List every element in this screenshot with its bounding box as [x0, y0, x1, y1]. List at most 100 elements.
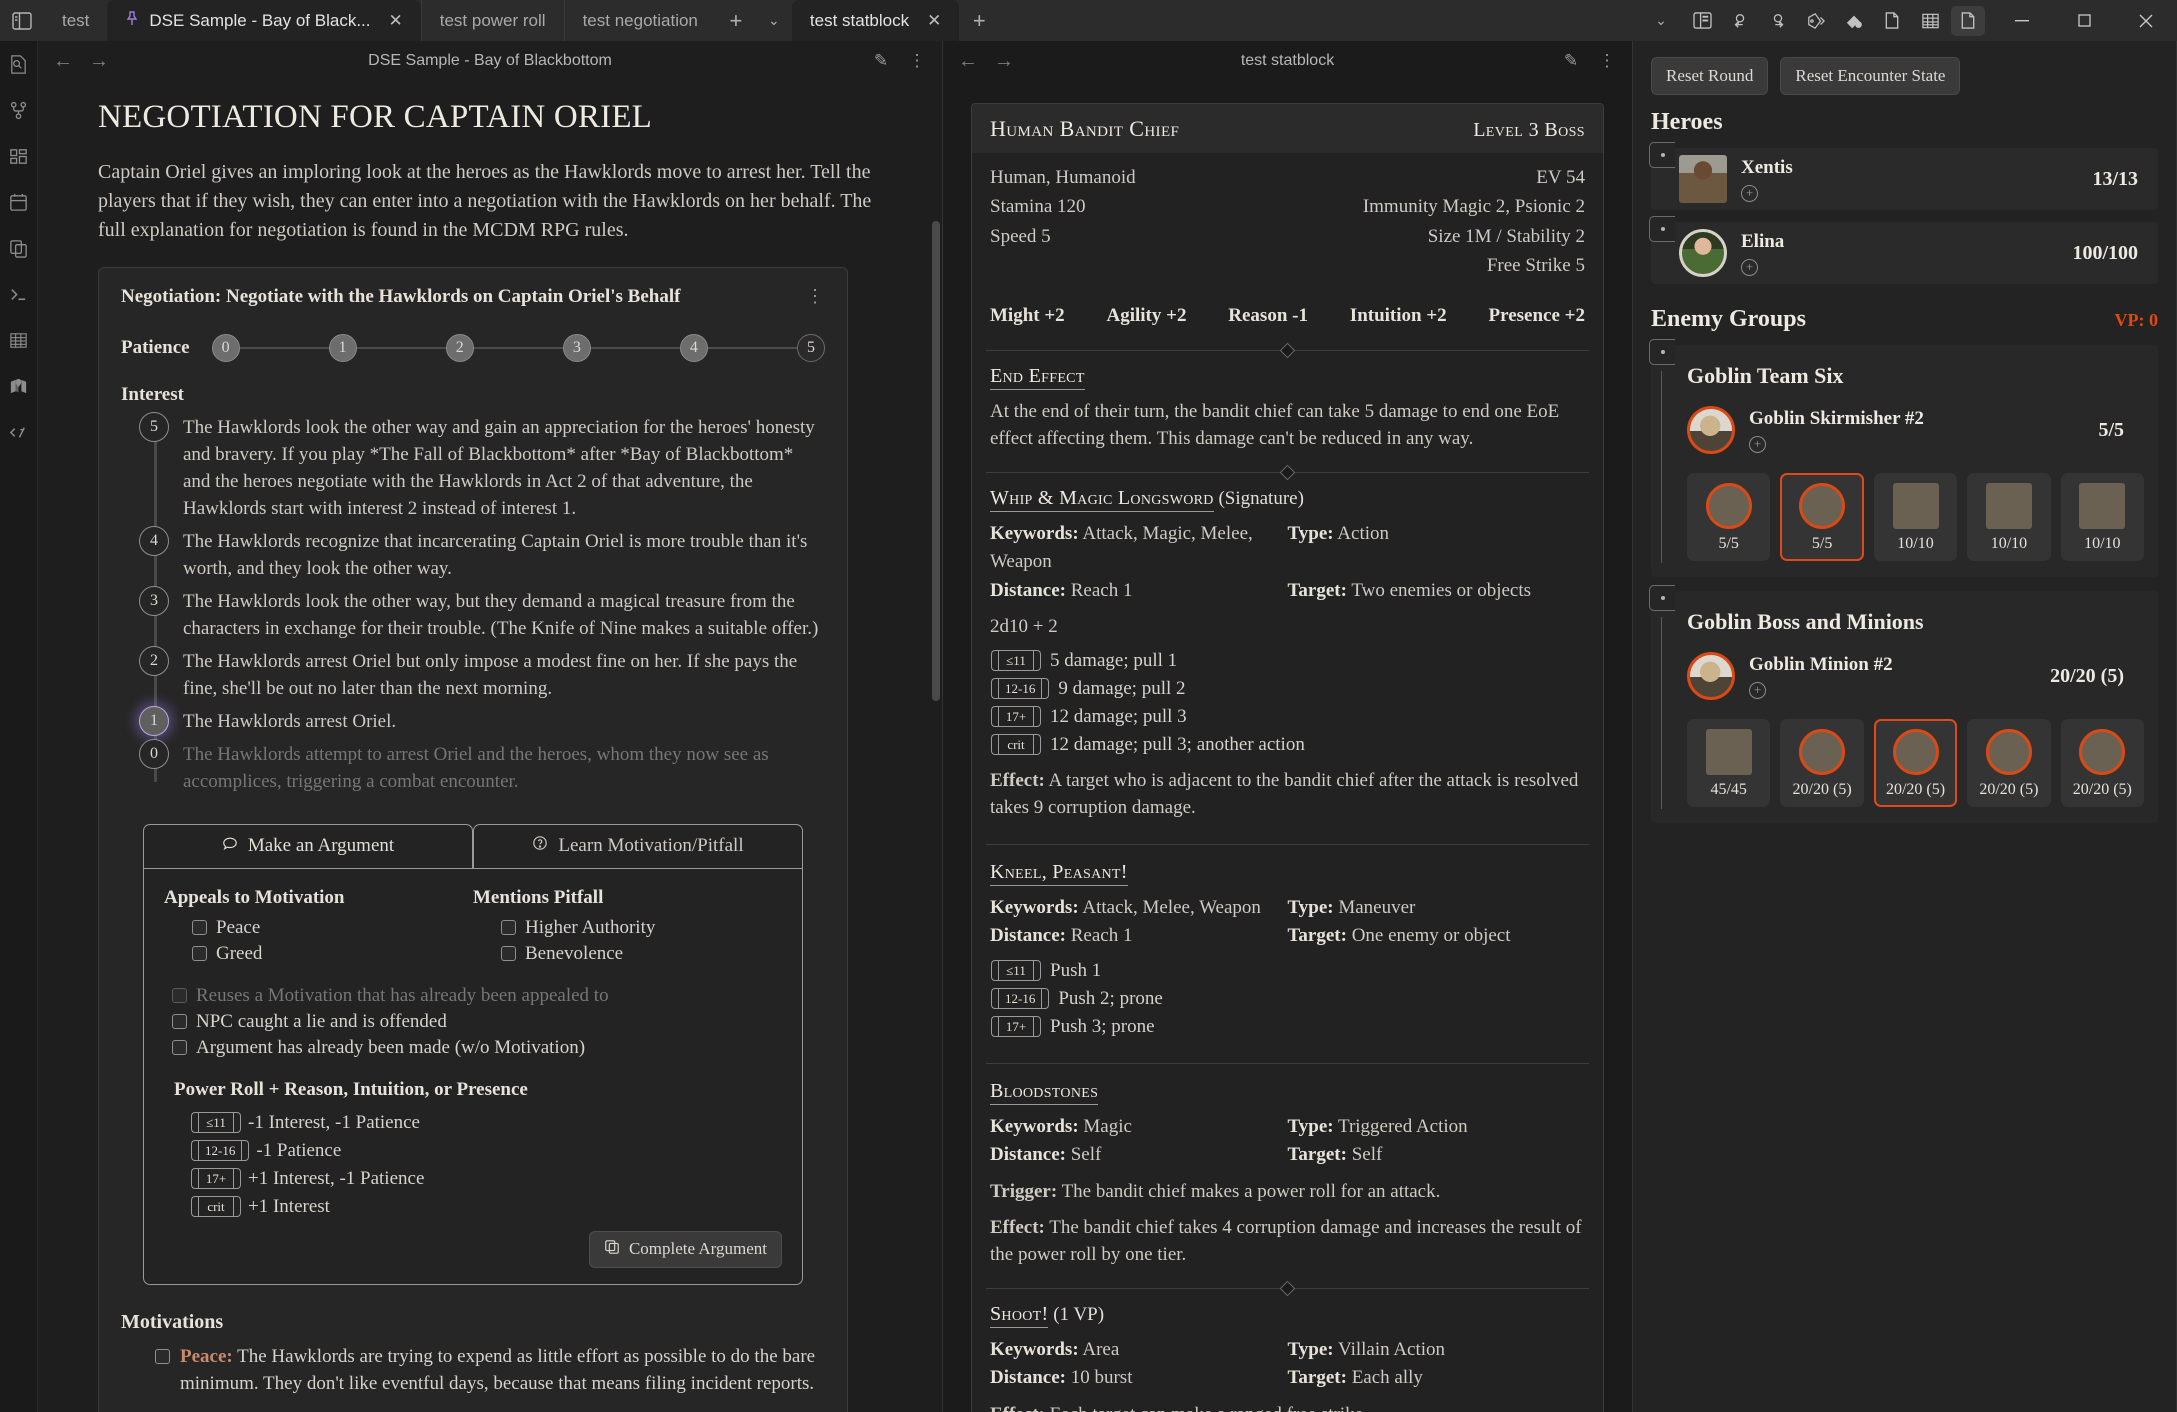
calendar-icon[interactable]: [6, 189, 32, 215]
patience-node-2[interactable]: 2: [446, 334, 474, 362]
add-condition-icon[interactable]: +: [1749, 682, 1766, 699]
add-condition-icon[interactable]: +: [1741, 259, 1758, 276]
tab-test-power-roll[interactable]: test power roll: [421, 0, 564, 41]
close-icon[interactable]: ✕: [927, 11, 941, 31]
document-pane-body[interactable]: NEGOTIATION FOR CAPTAIN ORIEL Captain Or…: [38, 81, 942, 1412]
patience-node-1[interactable]: 1: [329, 334, 357, 362]
hero-row[interactable]: Xentis+13/13: [1651, 148, 2158, 210]
reset-round-button[interactable]: Reset Round: [1651, 57, 1768, 95]
interest-level-5[interactable]: 5The Hawklords look the other way and ga…: [121, 412, 825, 523]
checkbox[interactable]: [501, 920, 516, 935]
pitfall-option[interactable]: Benevolence: [473, 941, 782, 967]
enemy-mini[interactable]: 45/45: [1687, 719, 1770, 807]
new-tab-button-right[interactable]: +: [959, 0, 999, 41]
motivation-item[interactable]: Greed: The Hawklords won't hesitate to l…: [121, 1406, 825, 1412]
checkbox[interactable]: [172, 1014, 187, 1029]
enemy-mini[interactable]: 20/20 (5): [1967, 719, 2050, 807]
checkbox[interactable]: [155, 1349, 170, 1364]
patience-node-3[interactable]: 3: [563, 334, 591, 362]
appeal-option[interactable]: Peace: [164, 915, 473, 941]
enemy-mini[interactable]: 5/5: [1687, 473, 1770, 561]
tab-overflow-button-left[interactable]: ⌄: [756, 0, 792, 41]
select-toggle[interactable]: [1649, 216, 1675, 242]
document-icon[interactable]: [1951, 6, 1985, 36]
add-condition-icon[interactable]: +: [1749, 436, 1766, 453]
link-forward-icon[interactable]: [1761, 6, 1795, 36]
link-back-icon[interactable]: [1723, 6, 1757, 36]
interest-level-3[interactable]: 3The Hawklords look the other way, but t…: [121, 586, 825, 643]
checkbox[interactable]: [501, 946, 516, 961]
enemy-mini[interactable]: 20/20 (5): [2061, 719, 2144, 807]
tab-test-negotiation[interactable]: test negotiation: [564, 0, 716, 41]
terminal-icon[interactable]: [6, 281, 32, 307]
copy-icon[interactable]: [6, 235, 32, 261]
interest-level-4[interactable]: 4The Hawklords recognize that incarcerat…: [121, 526, 825, 583]
modifier-option[interactable]: Reuses a Motivation that has already bee…: [164, 983, 782, 1009]
tab-test-statblock[interactable]: test statblock✕: [792, 0, 959, 41]
edit-icon[interactable]: ✎: [1560, 51, 1582, 71]
select-toggle[interactable]: [1649, 585, 1675, 611]
add-condition-icon[interactable]: +: [1741, 185, 1758, 202]
page-icon[interactable]: [1875, 6, 1909, 36]
select-toggle[interactable]: [1649, 339, 1675, 365]
motivation-item[interactable]: Peace: The Hawklords are trying to expen…: [121, 1342, 825, 1406]
checkbox[interactable]: [192, 946, 207, 961]
enemy-mini[interactable]: 10/10: [1874, 473, 1957, 561]
complete-argument-button[interactable]: Complete Argument: [589, 1231, 782, 1268]
enemy-mini[interactable]: 20/20 (5): [1780, 719, 1863, 807]
patience-node-0[interactable]: 0: [212, 334, 240, 362]
tab-test[interactable]: test: [44, 0, 107, 41]
enemy-mini[interactable]: 20/20 (5): [1874, 719, 1957, 807]
palette-icon[interactable]: [1837, 6, 1871, 36]
hero-row[interactable]: Elina+100/100: [1651, 222, 2158, 284]
tag-icon[interactable]: [1799, 6, 1833, 36]
edit-icon[interactable]: ✎: [870, 51, 892, 71]
patience-node-4[interactable]: 4: [680, 334, 708, 362]
table-icon[interactable]: [6, 327, 32, 353]
interest-level-0[interactable]: 0The Hawklords attempt to arrest Oriel a…: [121, 739, 825, 796]
patience-node-5[interactable]: 5: [797, 334, 825, 362]
reset-encounter-state-button[interactable]: Reset Encounter State: [1780, 57, 1960, 95]
more-options-icon[interactable]: ⋮: [1596, 51, 1618, 71]
chevron-down-icon[interactable]: ⌄: [1643, 0, 1679, 41]
argument-tab-learn-motivation-pitfall[interactable]: Learn Motivation/Pitfall: [473, 824, 803, 868]
minimize-button[interactable]: [1991, 0, 2053, 41]
interest-level-1[interactable]: 1The Hawklords arrest Oriel.: [121, 706, 825, 736]
select-toggle[interactable]: [1649, 142, 1675, 168]
tab-dse-sample-bay-of-black[interactable]: DSE Sample - Bay of Black...✕: [107, 0, 420, 41]
enemy-lead-row[interactable]: Goblin Minion #2+20/20 (5): [1687, 645, 2144, 707]
graph-icon[interactable]: [6, 97, 32, 123]
enemy-mini[interactable]: 5/5: [1780, 473, 1863, 561]
checkbox[interactable]: [172, 988, 187, 1003]
sidebar-toggle-icon[interactable]: [0, 0, 44, 41]
new-tab-button-left[interactable]: +: [716, 0, 756, 41]
maximize-button[interactable]: [2053, 0, 2115, 41]
code-icon[interactable]: [6, 419, 32, 445]
document-scrollbar[interactable]: [932, 221, 940, 701]
forward-button[interactable]: →: [993, 50, 1015, 73]
forward-button[interactable]: →: [88, 50, 110, 73]
table-icon[interactable]: [1913, 6, 1947, 36]
pin-icon[interactable]: [125, 11, 139, 30]
enemy-mini[interactable]: 10/10: [1967, 473, 2050, 561]
checkbox[interactable]: [172, 1040, 187, 1055]
pitfall-option[interactable]: Higher Authority: [473, 915, 782, 941]
negotiation-menu-icon[interactable]: ⋮: [806, 286, 825, 307]
checkbox[interactable]: [192, 920, 207, 935]
file-search-icon[interactable]: [6, 51, 32, 77]
statblock-pane-body[interactable]: Human Bandit Chief Level 3 Boss Human, H…: [943, 81, 1632, 1412]
more-options-icon[interactable]: ⋮: [906, 51, 928, 71]
map-icon[interactable]: [6, 373, 32, 399]
enemy-lead-row[interactable]: Goblin Skirmisher #2+5/5: [1687, 399, 2144, 461]
close-icon[interactable]: ✕: [389, 11, 403, 31]
dashboard-icon[interactable]: [6, 143, 32, 169]
modifier-option[interactable]: Argument has already been made (w/o Moti…: [164, 1035, 782, 1061]
back-button[interactable]: ←: [957, 50, 979, 73]
back-button[interactable]: ←: [52, 50, 74, 73]
sidebar-toggle-icon[interactable]: [1685, 6, 1719, 36]
argument-tab-make-an-argument[interactable]: Make an Argument: [143, 824, 473, 868]
modifier-option[interactable]: NPC caught a lie and is offended: [164, 1009, 782, 1035]
interest-level-2[interactable]: 2The Hawklords arrest Oriel but only imp…: [121, 646, 825, 703]
appeal-option[interactable]: Greed: [164, 941, 473, 967]
enemy-mini[interactable]: 10/10: [2061, 473, 2144, 561]
